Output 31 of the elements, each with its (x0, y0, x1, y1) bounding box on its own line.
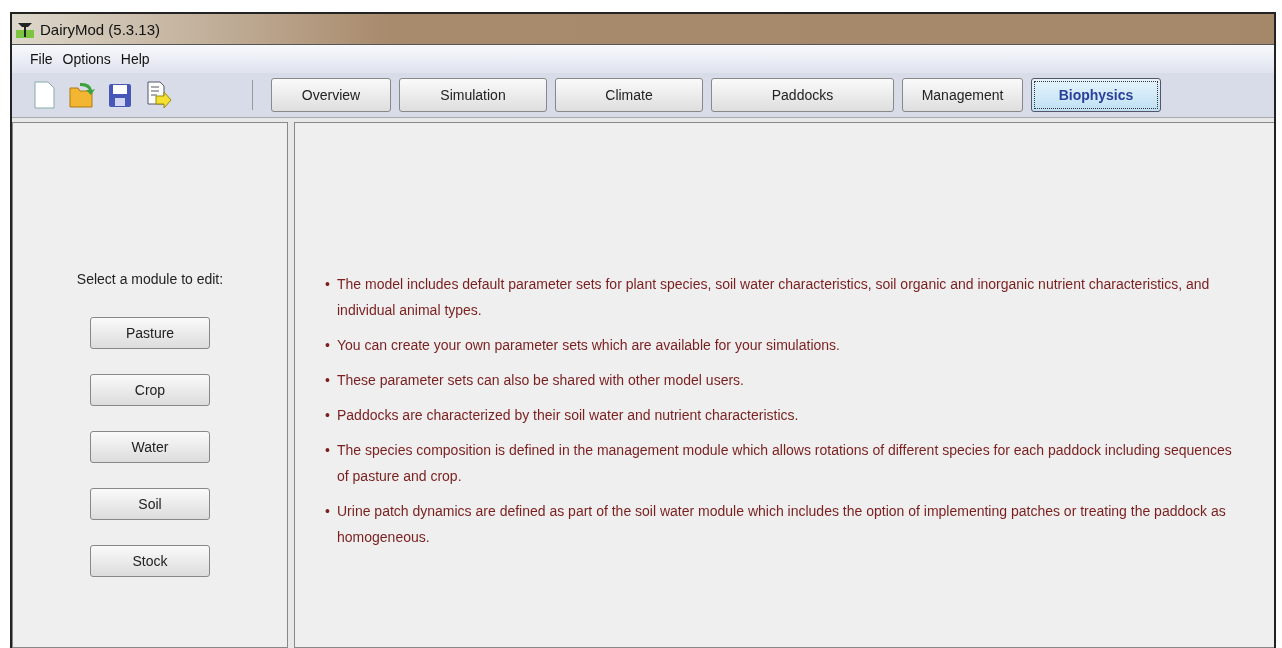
export-document-icon[interactable] (144, 80, 172, 110)
bullet: • (325, 371, 331, 390)
bullet: • (325, 406, 331, 425)
module-button[interactable]: Pasture (90, 317, 210, 349)
module-button[interactable]: Crop (90, 374, 210, 406)
module-button[interactable]: Water (90, 431, 210, 463)
tab[interactable]: Biophysics (1031, 78, 1161, 112)
module-button[interactable]: Soil (90, 488, 210, 520)
tab[interactable]: Climate (555, 78, 703, 112)
open-folder-icon[interactable] (68, 80, 96, 110)
info-text: The model includes default parameter sets for plant species, soil water characteristics, soil organic and inorganic nutrient characteristics, and individual animal types. (337, 275, 1211, 320)
info-text: Paddocks are characterized by their soil water and nutrient characteristics. (337, 406, 800, 425)
tab[interactable]: Overview (271, 78, 391, 112)
info-text: You can create your own parameter sets which are available for your simulations. (337, 336, 841, 355)
bullet: • (325, 336, 331, 355)
module-button[interactable]: Stock (90, 545, 210, 577)
info-text: These parameter sets can also be shared with other model users. (337, 371, 745, 390)
module-prompt: Select a module to edit: (76, 271, 224, 287)
tab[interactable]: Simulation (399, 78, 547, 112)
info-text: Urine patch dynamics are defined as part of the soil water module which includes the option of implementing patches or treating the paddock as homogeneous. (337, 502, 1227, 547)
tab[interactable]: Management (902, 78, 1023, 112)
window-title: DairyMod (5.3.13) (40, 20, 161, 38)
tab[interactable]: Paddocks (711, 78, 894, 112)
menu-item[interactable]: File (30, 51, 53, 67)
bullet: • (325, 502, 331, 521)
bullet: • (325, 275, 331, 294)
menu-item[interactable]: Options (62, 51, 111, 67)
menu-item[interactable]: Help (120, 51, 150, 67)
app-logo-icon (16, 20, 34, 38)
bullet: • (325, 441, 331, 460)
info-text: The species composition is defined in the management module which allows rotations of different species for each paddock including sequences of pasture and crop. (337, 441, 1233, 486)
